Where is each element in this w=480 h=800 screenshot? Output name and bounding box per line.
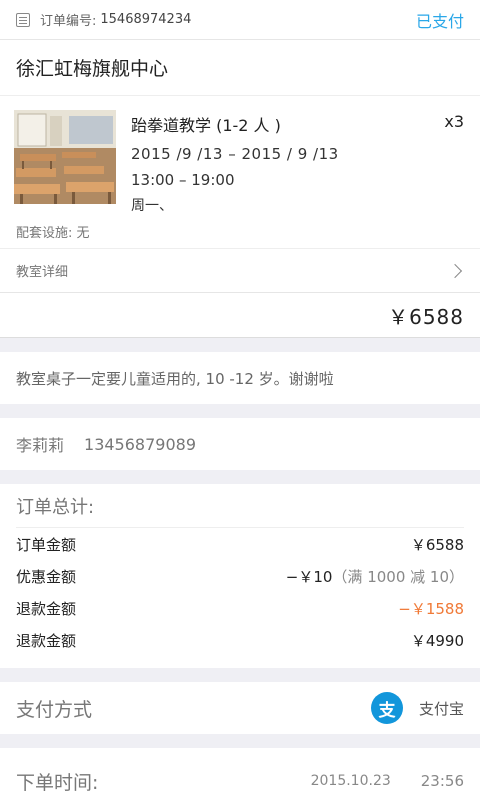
payment-method-row: 支付方式 支 支付宝 [0, 682, 480, 734]
order-note: 教室桌子一定要儿童适用的, 10 -12 岁。谢谢啦 [0, 352, 480, 404]
summary-row-discount: 优惠金额 −￥10（满 1000 减 10） [16, 560, 464, 592]
order-summary: 订单总计: 订单金额 ￥6588 优惠金额 −￥10（满 1000 减 10） … [0, 484, 480, 668]
facility-info: 配套设施: 无 [16, 226, 90, 241]
summary-title: 订单总计: [16, 484, 464, 528]
classroom-photo [14, 110, 116, 204]
summary-label: 订单金额 [16, 535, 77, 554]
chevron-right-icon [447, 263, 463, 278]
summary-value: ￥6588 [410, 535, 464, 554]
order-doc-icon [16, 12, 30, 27]
contact-phone: 13456879089 [84, 434, 196, 454]
order-clock: 23:56 [420, 772, 464, 790]
payment-method-title: 支付方式 [16, 698, 93, 721]
summary-label: 退款金额 [16, 599, 77, 618]
discount-rule: （满 1000 减 10） [332, 567, 464, 586]
summary-row-final: 退款金额 ￥4990 [16, 624, 464, 656]
summary-label: 退款金额 [16, 631, 77, 650]
classroom-detail-label: 教室详细 [16, 265, 69, 280]
contact-name: 李莉莉 [16, 436, 65, 455]
course-item[interactable]: 跆拳道教学 (1-2 人 ) 2015 /9 /13 – 2015 / 9 /1… [0, 96, 480, 248]
order-number: 15468974234 [100, 12, 192, 27]
contact-info: 李莉莉 13456879089 [0, 418, 480, 470]
summary-value: −￥10（满 1000 减 10） [285, 567, 464, 586]
summary-value: ￥4990 [410, 631, 464, 650]
summary-row-refund: 退款金额 −￥1588 [16, 592, 464, 624]
classroom-detail-link[interactable]: 教室详细 [0, 248, 480, 292]
store-name[interactable]: 徐汇虹梅旗舰中心 [0, 40, 480, 96]
course-quantity: x3 [444, 112, 464, 131]
order-header: 订单编号: 15468974234 已支付 [0, 0, 480, 40]
course-name: 跆拳道教学 (1-2 人 ) [131, 116, 281, 135]
alipay-icon: 支 [370, 692, 403, 724]
order-number-label: 订单编号: [40, 14, 97, 29]
summary-row-order-amount: 订单金额 ￥6588 [16, 528, 464, 560]
course-dates: 2015 /9 /13 – 2015 / 9 /13 [131, 145, 339, 163]
payment-status-badge: 已支付 [415, 11, 464, 31]
summary-value: −￥1588 [398, 599, 464, 618]
order-date: 2015.10.23 [310, 773, 391, 789]
item-total-price: ￥6588 [388, 304, 464, 329]
course-time: 13:00 – 19:00 [131, 171, 235, 189]
order-time-row: 下单时间: 2015.10.23 23:56 [0, 748, 480, 800]
order-time-title: 下单时间: [16, 771, 99, 794]
course-weekday: 周一、 [131, 198, 173, 214]
payment-method-name: 支付宝 [418, 699, 464, 718]
summary-label: 优惠金额 [16, 567, 77, 586]
item-price-row: ￥6588 [0, 292, 480, 338]
